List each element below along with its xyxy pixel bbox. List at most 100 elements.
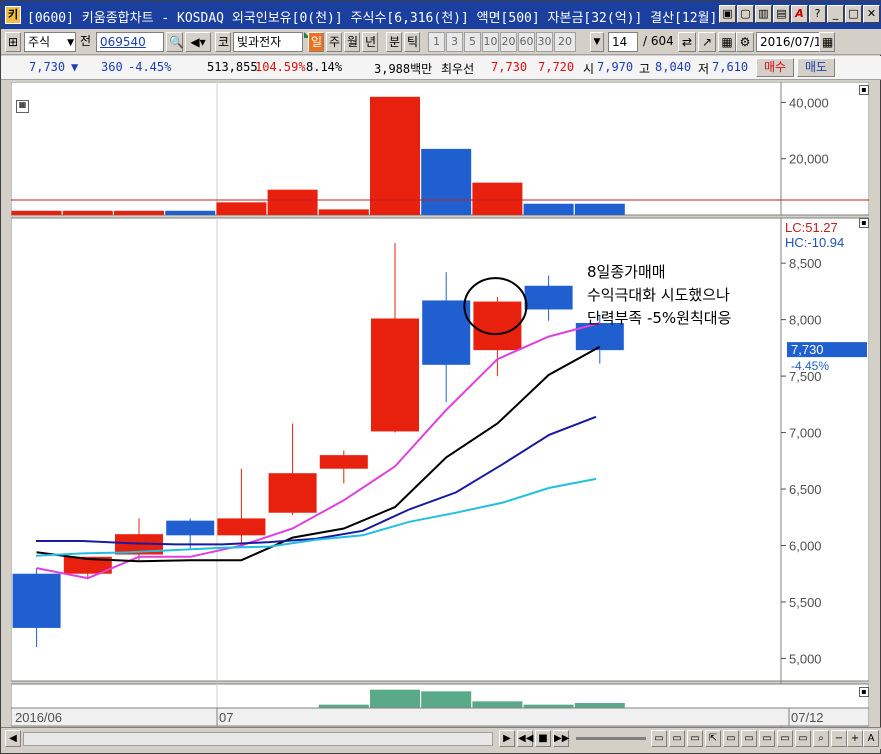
candle-body (217, 518, 266, 536)
price-change: 360 (101, 60, 123, 74)
view-icon[interactable]: ▭ (651, 730, 667, 747)
period-day[interactable]: 일 (308, 32, 324, 52)
high-label: 고 (639, 62, 651, 76)
text-tool-icon[interactable]: A (863, 730, 879, 747)
y-tick-label: 6,000 (789, 538, 822, 553)
view-icon[interactable]: ⇱ (705, 730, 721, 747)
view-icon[interactable]: ▭ (723, 730, 739, 747)
candle-body (473, 301, 522, 351)
settings-icon[interactable]: ⚙ (736, 32, 754, 52)
pin-icon[interactable]: ⊞ (5, 32, 21, 52)
scroll-track[interactable] (23, 732, 493, 746)
bid-price: 7,720 (538, 60, 575, 74)
period-minute[interactable]: 분 (386, 32, 402, 52)
grid-toggle-icon[interactable]: ▦ (16, 100, 29, 113)
count-total: / 604 (643, 34, 674, 48)
ask-price: 7,730 (491, 60, 528, 74)
interval-20[interactable]: 20 (500, 32, 517, 52)
calendar-icon[interactable]: ▦ (819, 32, 835, 52)
candle-body (12, 573, 61, 628)
pane-close-icon[interactable]: ▪ (859, 218, 869, 228)
view-icon[interactable]: ▭ (795, 730, 811, 747)
maximize-icon[interactable]: □ (845, 5, 862, 23)
lc-label: LC:51.27 (785, 220, 838, 235)
rewind-icon[interactable]: ◀◀ (517, 730, 533, 747)
zoom-slider[interactable] (576, 737, 646, 740)
period-month[interactable]: 월 (344, 32, 360, 52)
volume-bar (421, 148, 472, 215)
interval-30[interactable]: 30 (536, 32, 553, 52)
interval-custom[interactable]: 20 (554, 32, 576, 52)
window-title: [0600] 키움종합차트 - KOSDAQ 외국인보유[0(천)] 주식수[6… (27, 11, 733, 26)
stop-icon[interactable]: ■ (535, 730, 551, 747)
chevron-down-icon[interactable]: ▼ (590, 32, 604, 52)
scroll-bar[interactable]: ◀ ▶ ◀◀ ■ ▶▶ ▭ ▭ ▭ ⇱ ▭ ▭ ▭ ▭ ▭ ⌕ − + A (1, 727, 881, 749)
volume-bar (370, 96, 420, 215)
interval-60[interactable]: 60 (518, 32, 535, 52)
x-tick-label: 07/12 (791, 710, 824, 725)
search-icon[interactable]: 🔍 (166, 32, 184, 52)
title-bar: 키 [0600] 키움종합차트 - KOSDAQ 외국인보유[0(천)] 주식수… (1, 1, 881, 29)
minimize-icon[interactable]: _ (827, 5, 844, 23)
interval-1[interactable]: 1 (428, 32, 445, 52)
close-icon[interactable]: ✕ (863, 5, 880, 23)
print-icon[interactable]: ▤ (773, 5, 790, 23)
buy-button[interactable]: 매수 (756, 58, 794, 77)
scroll-left-icon[interactable]: ◀ (5, 730, 21, 747)
candle-body (422, 300, 471, 365)
market-select[interactable]: 주식 ▼ (24, 32, 76, 52)
speaker-icon[interactable]: ◀▾ (185, 32, 211, 52)
view-icon[interactable]: ▭ (669, 730, 685, 747)
app-icon: 키 (5, 6, 21, 24)
interval-3[interactable]: 3 (446, 32, 463, 52)
low-price: 7,610 (712, 60, 749, 74)
zoom-in-icon[interactable]: + (847, 730, 863, 747)
zoom-out-icon[interactable]: − (831, 730, 847, 747)
candle-body (371, 318, 419, 432)
layout-icon[interactable]: ▢ (737, 5, 754, 23)
y-tick-label: 20,000 (789, 152, 829, 167)
high-price: 8,040 (655, 60, 692, 74)
period-week[interactable]: 주 (326, 32, 342, 52)
font-icon[interactable]: A (791, 5, 808, 23)
tile-icon[interactable]: ▥ (755, 5, 772, 23)
help-icon[interactable]: ? (809, 5, 826, 23)
volume: 513,855 (207, 60, 258, 74)
code-prefix[interactable]: 코 (215, 32, 231, 52)
chart-canvas[interactable]: 40,00020,0008,5008,0007,5007,0006,5006,0… (11, 82, 869, 727)
compare-icon[interactable]: ⇄ (678, 32, 696, 52)
view-icon[interactable]: ▭ (687, 730, 703, 747)
current-pct-label: -4.45% (791, 359, 829, 373)
view-icon[interactable]: ▭ (777, 730, 793, 747)
title-buttons: ▣ ▢ ▥ ▤ A ? _ □ ✕ (719, 5, 880, 23)
trade-amount: 3,988백만 (374, 62, 433, 76)
sell-button[interactable]: 매도 (797, 58, 835, 77)
annotation-text: 8일종가매매 (587, 263, 666, 281)
forward-icon[interactable]: ▶▶ (553, 730, 569, 747)
interval-10[interactable]: 10 (482, 32, 499, 52)
volume-bar (574, 203, 625, 215)
zoom-icon[interactable]: ⌕ (813, 730, 829, 747)
volume-bar (267, 189, 318, 215)
sub-volume-bar (574, 703, 625, 708)
period-year[interactable]: 년 (362, 32, 378, 52)
prev-label: 전 (80, 34, 92, 48)
price-pane (11, 217, 869, 682)
period-tick[interactable]: 틱 (404, 32, 420, 52)
stock-code-input[interactable]: 069540 (96, 32, 164, 52)
y-tick-label: 8,000 (789, 313, 822, 328)
sub-volume-bar (370, 689, 420, 708)
view-icon[interactable]: ▭ (759, 730, 775, 747)
grid-icon[interactable]: ▦ (718, 32, 736, 52)
view-icon[interactable]: ▭ (741, 730, 757, 747)
pane-close-icon[interactable]: ▪ (859, 687, 869, 697)
line-tool-icon[interactable]: ↗ (698, 32, 716, 52)
pane-close-icon[interactable]: ▪ (859, 85, 869, 95)
volume-bar (62, 210, 113, 215)
sub-volume-bar (472, 701, 523, 708)
interval-5[interactable]: 5 (464, 32, 481, 52)
scroll-right-icon[interactable]: ▶ (499, 730, 515, 747)
y-tick-label: 6,500 (789, 482, 822, 497)
link-icon[interactable]: ▣ (719, 5, 736, 23)
count-input[interactable]: 14 (608, 32, 638, 52)
